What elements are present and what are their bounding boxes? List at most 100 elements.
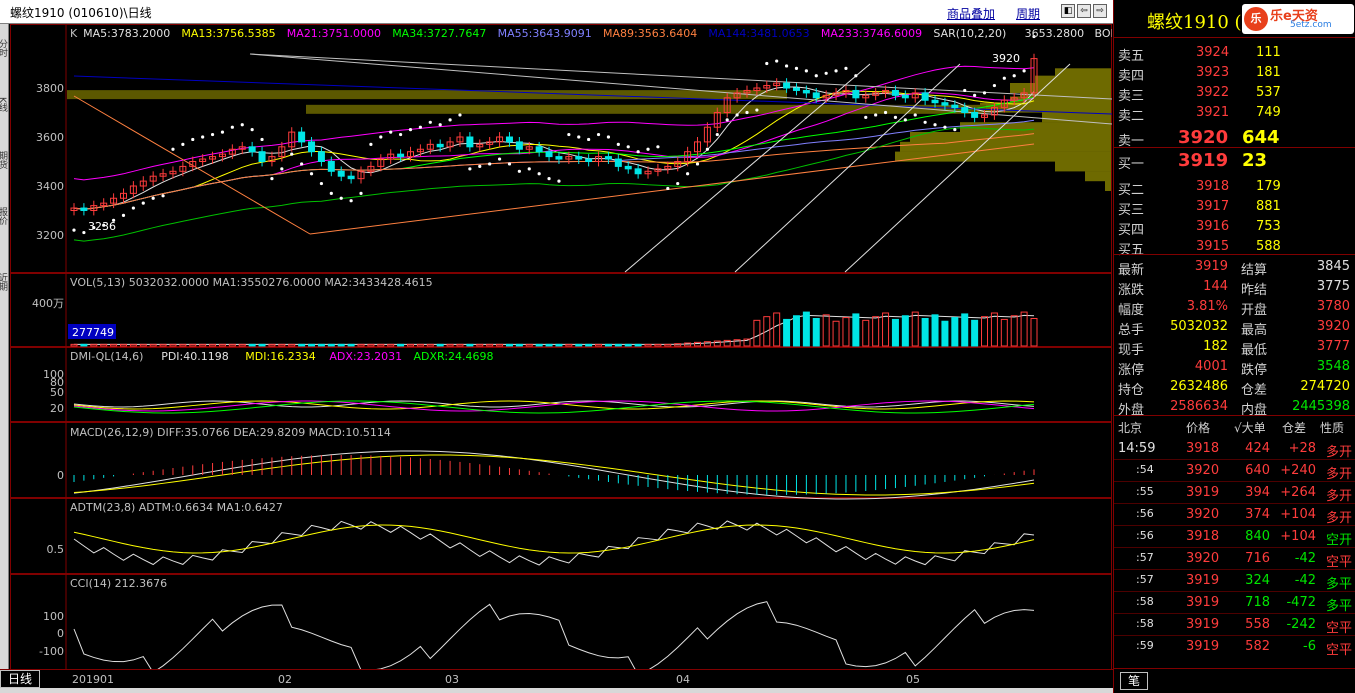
tab-quote[interactable]: 报价 bbox=[0, 196, 9, 236]
tick-row[interactable]: :57 3920 716 -42 空平 bbox=[1114, 548, 1355, 570]
kline-indicator-value: MA144:3481.0653 bbox=[708, 27, 809, 40]
sar-dot bbox=[775, 59, 779, 63]
bid-volume: 179 bbox=[1256, 179, 1281, 194]
volume-bar bbox=[614, 343, 622, 347]
sar-dot bbox=[507, 162, 512, 166]
layout-icon[interactable]: ◧ bbox=[1061, 4, 1075, 18]
sar-dot bbox=[933, 123, 937, 127]
volume-bar bbox=[634, 343, 642, 347]
bid-row[interactable]: 买五 3915 588 bbox=[1114, 236, 1355, 258]
stat-value: 3.81% bbox=[1186, 299, 1228, 314]
sar-dot bbox=[250, 128, 254, 132]
sar-dot bbox=[339, 196, 343, 200]
tick-time: 14:59 bbox=[1118, 441, 1156, 456]
tick-tab[interactable]: 笔 bbox=[1120, 672, 1148, 690]
tick-price: 3918 bbox=[1186, 441, 1220, 456]
ask-volume: 644 bbox=[1242, 127, 1280, 148]
period-tab[interactable]: 日线 bbox=[0, 670, 40, 688]
bid-row[interactable]: 买三 3917 881 bbox=[1114, 196, 1355, 218]
volume-bar bbox=[466, 343, 474, 347]
arrow-left-icon[interactable]: ⇦ bbox=[1077, 4, 1091, 18]
ask-volume: 181 bbox=[1256, 65, 1281, 80]
x-label-feb: 02 bbox=[278, 673, 292, 686]
high-price-label: 3920 bbox=[992, 52, 1020, 65]
candle-body bbox=[585, 158, 593, 163]
indicator-charts: 3800 3600 3400 3200 3920 3236 K MA5:3783.2000 MA… bbox=[10, 24, 1112, 669]
sar-dot bbox=[844, 66, 848, 70]
sar-dot bbox=[379, 135, 383, 139]
arrow-right-icon[interactable]: ⇨ bbox=[1093, 4, 1107, 18]
stat-value: 2445398 bbox=[1292, 399, 1350, 414]
tick-row[interactable]: :59 3919 582 -6 空平 bbox=[1114, 636, 1355, 658]
volume-bar bbox=[901, 315, 909, 347]
bid-volume: 588 bbox=[1256, 239, 1281, 254]
sar-dot bbox=[913, 113, 917, 117]
tick-volume: 840 bbox=[1245, 529, 1270, 544]
bid-row[interactable]: 买一 3919 23 bbox=[1114, 150, 1355, 172]
tick-row[interactable]: :57 3919 324 -42 多平 bbox=[1114, 570, 1355, 592]
quote-panel: 螺纹1910 (r 乐 乐e天资 5etz.com 卖五 3924 111 卖四 392… bbox=[1113, 0, 1355, 693]
bid-price: 3917 bbox=[1196, 199, 1230, 214]
ask-row[interactable]: 卖二 3921 749 bbox=[1114, 102, 1355, 124]
x-label-may: 05 bbox=[906, 673, 920, 686]
sar-dot bbox=[1022, 69, 1026, 73]
bid-row[interactable]: 买二 3918 179 bbox=[1114, 176, 1355, 198]
tick-price: 3919 bbox=[1186, 617, 1220, 632]
stat-row: 最新 3919 结算 3845 bbox=[1114, 256, 1355, 278]
sar-dot bbox=[715, 132, 719, 137]
profile-bar bbox=[910, 132, 1111, 142]
ask-row[interactable]: 卖三 3922 537 bbox=[1114, 82, 1355, 104]
ask-row[interactable]: 卖五 3924 111 bbox=[1114, 42, 1355, 64]
tab-kline[interactable]: K线 bbox=[0, 84, 9, 124]
overlay-link[interactable]: 商品叠加 bbox=[947, 5, 995, 22]
tick-row[interactable]: :58 3919 718 -472 多平 bbox=[1114, 592, 1355, 614]
stat-value: 3919 bbox=[1194, 259, 1228, 274]
tick-row[interactable]: :56 3918 840 +104 空开 bbox=[1114, 526, 1355, 548]
volume-bar bbox=[921, 318, 929, 347]
bid-row[interactable]: 买四 3916 753 bbox=[1114, 216, 1355, 238]
stat-value: 274720 bbox=[1300, 379, 1350, 394]
sar-dot bbox=[695, 162, 700, 166]
x-label-jan: 201901 bbox=[72, 673, 114, 686]
tab-futures[interactable]: 期货 bbox=[0, 140, 9, 180]
tick-row[interactable]: :56 3920 374 +104 多开 bbox=[1114, 504, 1355, 526]
sar-dot bbox=[260, 137, 264, 142]
site-logo: 乐 乐e天资 5etz.com bbox=[1242, 4, 1354, 34]
ask-price: 3922 bbox=[1196, 85, 1230, 100]
tick-price: 3920 bbox=[1186, 507, 1220, 522]
volume-bar bbox=[545, 343, 553, 347]
sar-dot bbox=[577, 135, 581, 139]
price-tick: 3800 bbox=[36, 82, 64, 95]
tab-timeshare[interactable]: 分时 bbox=[0, 28, 9, 68]
sar-dot bbox=[478, 164, 482, 168]
sar-dot bbox=[557, 179, 561, 183]
dmi-value: PDI:40.1198 bbox=[161, 350, 229, 363]
tick-nature: 空开 bbox=[1325, 533, 1352, 548]
kline-indicator-value: MA233:3746.6009 bbox=[821, 27, 922, 40]
tick-volume: 716 bbox=[1245, 551, 1270, 566]
volume-bar bbox=[812, 318, 820, 347]
sar-dot bbox=[943, 125, 947, 129]
sar-dot bbox=[517, 169, 521, 173]
tick-row[interactable]: :54 3920 640 +240 多开 bbox=[1114, 460, 1355, 482]
candle-body bbox=[575, 156, 583, 160]
tick-time: :57 bbox=[1136, 573, 1154, 586]
volume-bar bbox=[941, 320, 949, 347]
tick-volume: 324 bbox=[1245, 573, 1270, 588]
candle-body bbox=[792, 87, 800, 91]
chart-area[interactable]: 3800 3600 3400 3200 3920 3236 K MA5:3783.2000 MA… bbox=[10, 24, 1112, 669]
tab-recent[interactable]: 近期 bbox=[0, 262, 9, 302]
logo-icon: 乐 bbox=[1244, 7, 1268, 31]
tick-row[interactable]: :55 3919 394 +264 多开 bbox=[1114, 482, 1355, 504]
ask-row[interactable]: 卖一 3920 644 bbox=[1114, 127, 1355, 149]
tick-row[interactable]: :58 3919 558 -242 空平 bbox=[1114, 614, 1355, 636]
dmi-value: MDI:16.2334 bbox=[245, 350, 315, 363]
sar-dot bbox=[992, 83, 997, 88]
tick-row[interactable]: 14:59 3918 424 +28 多开 bbox=[1114, 438, 1355, 460]
period-link[interactable]: 周期 bbox=[1016, 5, 1040, 22]
ask-row[interactable]: 卖四 3923 181 bbox=[1114, 62, 1355, 84]
dmi-value: DMI-QL(14,6) bbox=[70, 350, 143, 363]
stat-row: 幅度 3.81% 开盘 3780 bbox=[1114, 296, 1355, 318]
sar-dot bbox=[686, 172, 690, 176]
volume-bar bbox=[802, 311, 810, 347]
